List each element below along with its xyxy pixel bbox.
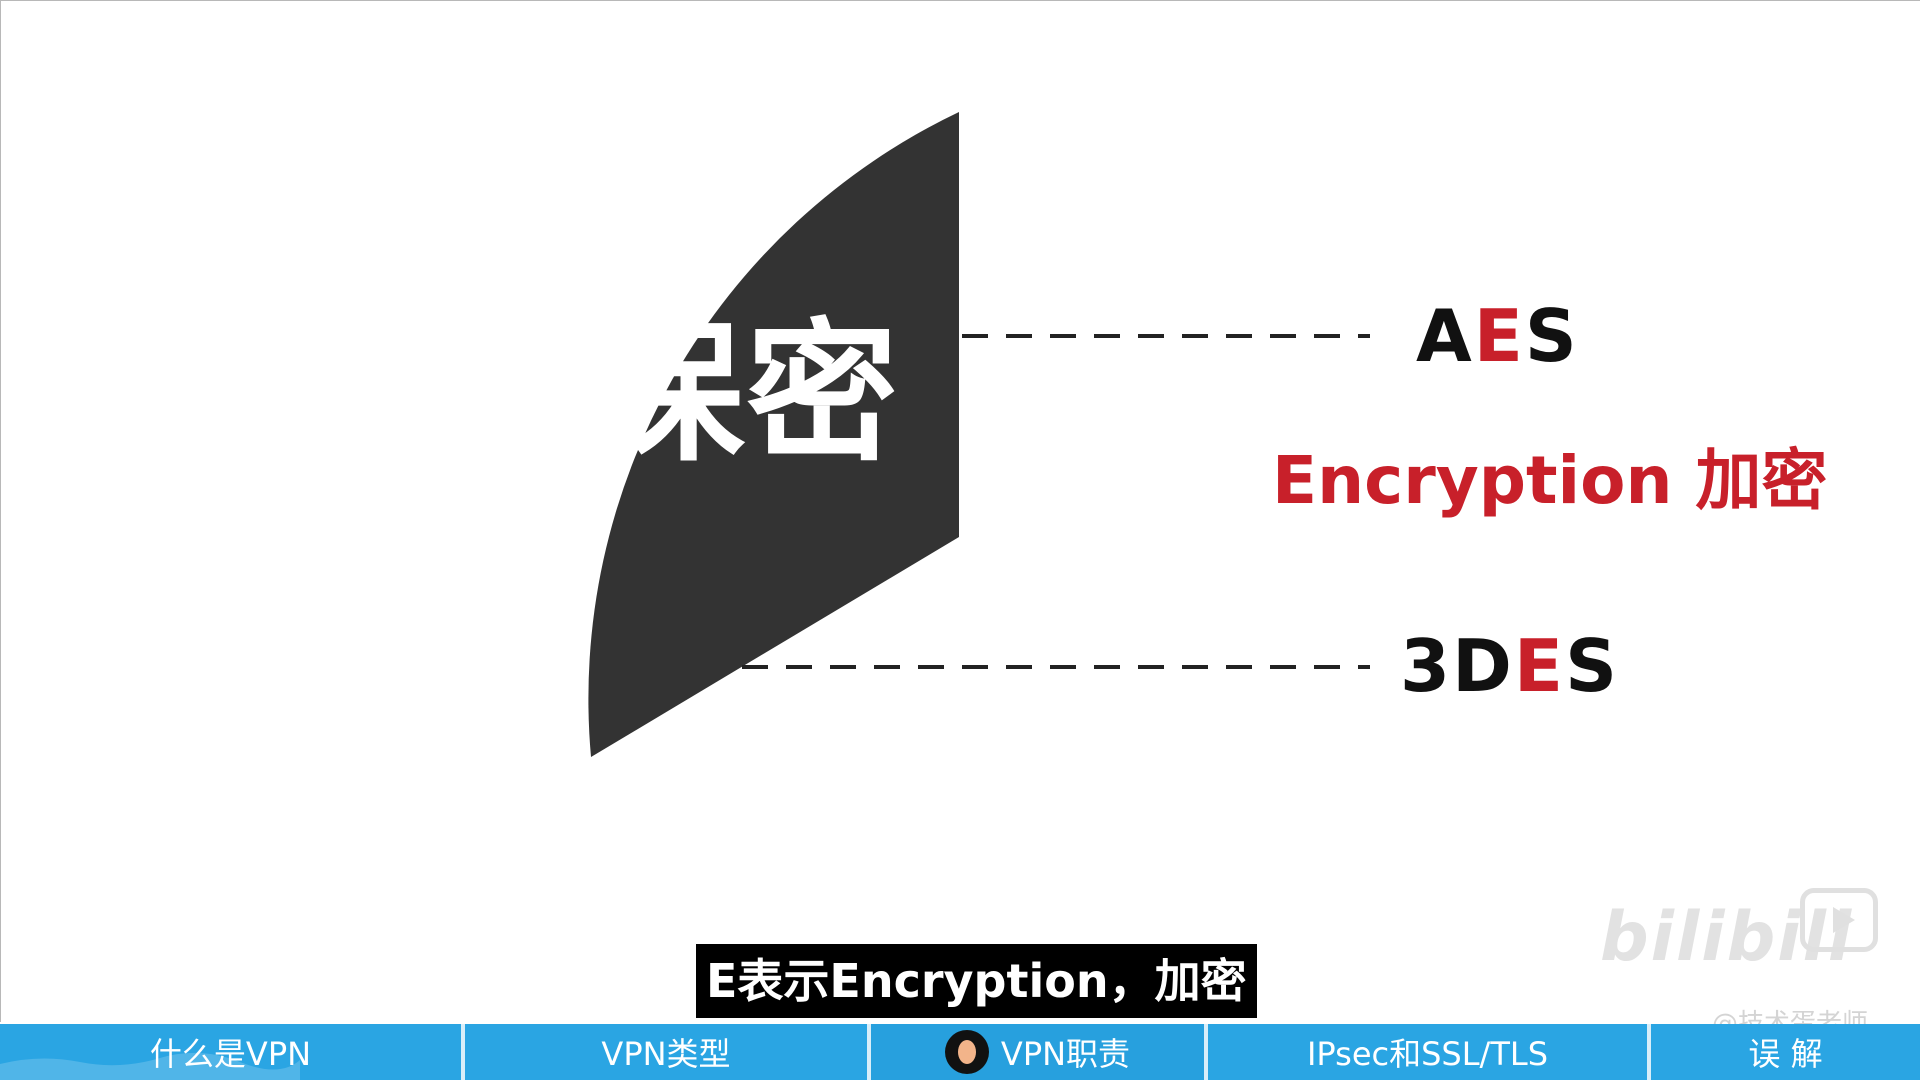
- video-frame: 保密 AES Encryption 加密 3DES E表示Encryption，…: [0, 0, 1920, 1080]
- encryption-note: Encryption 加密: [1272, 442, 1828, 519]
- chapter-vpn-duties[interactable]: VPN职责: [871, 1024, 1208, 1080]
- chapter-misconceptions[interactable]: 误 解: [1651, 1024, 1920, 1080]
- 3des-prefix: 3D: [1400, 624, 1514, 708]
- aes-highlight-letter: E: [1473, 294, 1525, 378]
- chapter-bar: 什么是VPN VPN类型 VPN职责 IPsec和SSL/TLS 误 解: [0, 1024, 1920, 1080]
- chapter-ipsec-ssl-tls[interactable]: IPsec和SSL/TLS: [1208, 1024, 1651, 1080]
- presenter-avatar-icon: [944, 1030, 989, 1074]
- chapter-label: IPsec和SSL/TLS: [1306, 1035, 1549, 1073]
- aes-suffix: S: [1524, 294, 1579, 378]
- 3des-label: 3DES: [1400, 630, 1619, 702]
- confidentiality-label: 保密: [592, 305, 900, 482]
- 3des-suffix: S: [1565, 624, 1619, 708]
- 3des-highlight-letter: E: [1513, 624, 1566, 708]
- chapter-label: 误 解: [1748, 1035, 1823, 1073]
- chapter-vpn-types[interactable]: VPN类型: [465, 1024, 871, 1080]
- chapter-label: VPN类型: [601, 1035, 731, 1073]
- aes-prefix: A: [1416, 294, 1474, 378]
- chapter-what-is-vpn[interactable]: 什么是VPN: [0, 1024, 465, 1080]
- aes-label: AES: [1416, 300, 1579, 372]
- chapter-label: 什么是VPN: [149, 1035, 312, 1073]
- subtitle-caption: E表示Encryption，加密: [696, 944, 1257, 1018]
- chapter-label: VPN职责: [1000, 1035, 1131, 1073]
- tv-play-icon: [1800, 888, 1878, 952]
